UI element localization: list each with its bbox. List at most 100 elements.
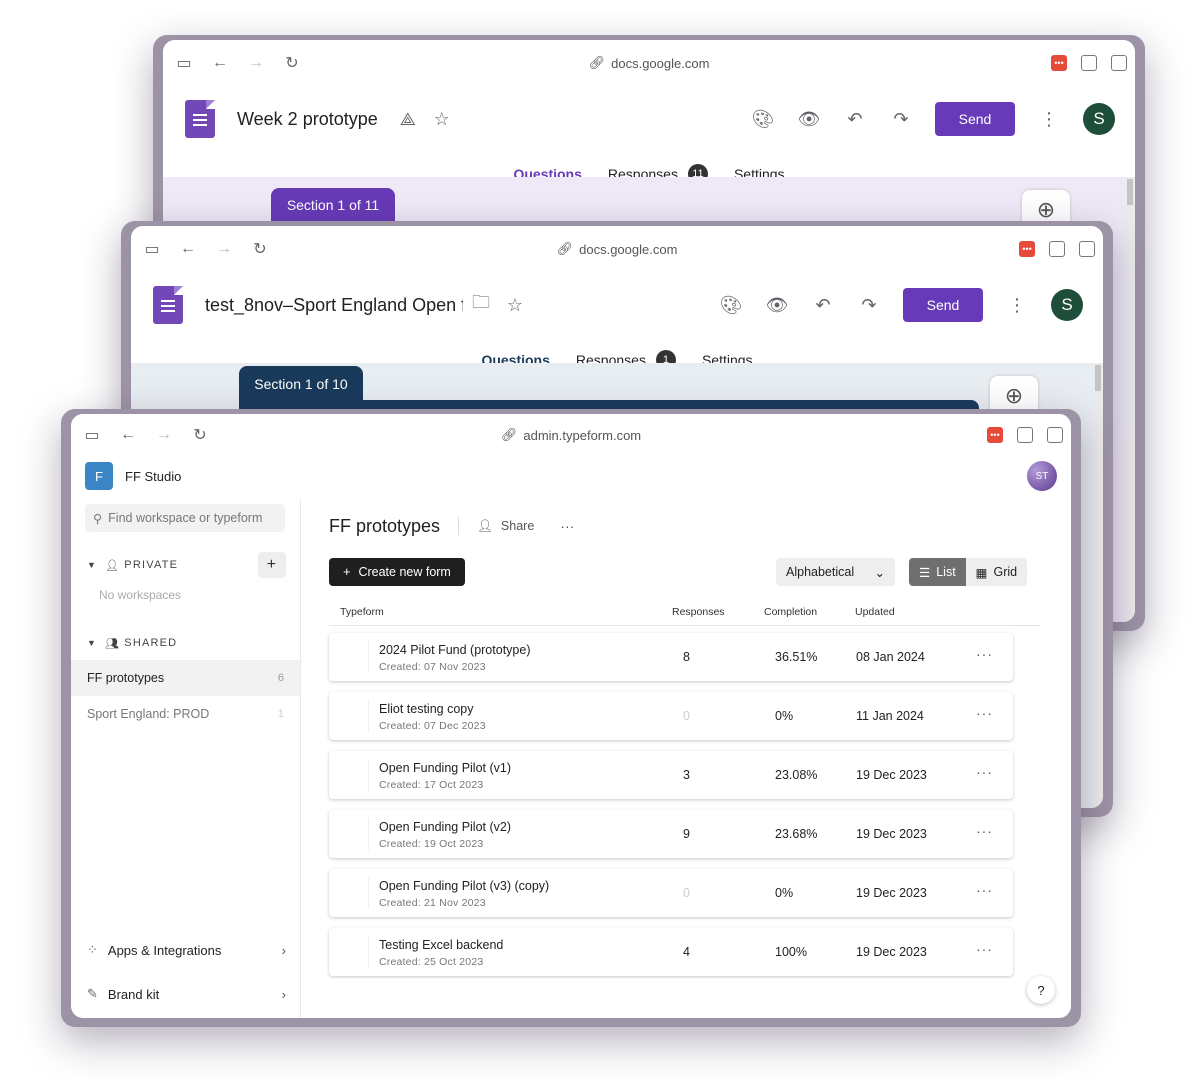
- brand-kit-link[interactable]: ✎ Brand kit ›: [71, 974, 300, 1014]
- address-bar[interactable]: 🔗︎ docs.google.com: [557, 241, 678, 257]
- form-completion: 23.68%: [775, 827, 818, 841]
- reader-icon[interactable]: [1049, 241, 1065, 257]
- no-workspaces-text: No workspaces: [99, 588, 182, 602]
- row-more-icon[interactable]: ···: [976, 646, 993, 662]
- row-more-icon[interactable]: ···: [976, 882, 993, 898]
- apps-label: Apps & Integrations: [107, 942, 222, 958]
- col-responses[interactable]: Responses: [672, 606, 725, 618]
- split-view-icon[interactable]: [1047, 427, 1063, 443]
- col-updated[interactable]: Updated: [855, 606, 895, 618]
- undo-icon[interactable]: ↶: [843, 107, 867, 131]
- sidebar-toggle-icon[interactable]: ▭: [141, 238, 163, 260]
- more-vert-icon[interactable]: ⋮: [1005, 293, 1029, 317]
- create-new-form-button[interactable]: + Create new form: [329, 558, 465, 586]
- reload-icon[interactable]: ↻: [249, 238, 271, 260]
- reader-icon[interactable]: [1081, 55, 1097, 71]
- form-updated: 19 Dec 2023: [856, 827, 927, 841]
- extension-icon[interactable]: •••: [1019, 241, 1035, 257]
- sidebar-toggle-icon[interactable]: ▭: [81, 424, 103, 446]
- reader-icon[interactable]: [1017, 427, 1033, 443]
- table-row[interactable]: Open Funding Pilot (v1) Created: 17 Oct 2…: [329, 751, 1013, 799]
- table-row[interactable]: Open Funding Pilot (v2) Created: 19 Oct 2…: [329, 810, 1013, 858]
- send-button[interactable]: Send: [935, 102, 1015, 136]
- form-name: Testing Excel backend: [379, 938, 504, 952]
- google-forms-logo-icon[interactable]: [153, 286, 183, 324]
- chevron-right-icon: ›: [281, 986, 286, 1002]
- form-thumbnail: [339, 818, 369, 850]
- forward-icon[interactable]: →: [213, 238, 235, 260]
- back-icon[interactable]: ←: [209, 52, 231, 74]
- private-section-header[interactable]: ▼ 👤︎ PRIVATE +: [71, 552, 300, 578]
- star-icon[interactable]: ☆: [503, 293, 527, 317]
- apps-integrations-link[interactable]: ⁘ Apps & Integrations ›: [71, 930, 300, 970]
- palette-icon[interactable]: 🎨︎: [751, 107, 775, 131]
- workspace-name: FF prototypes: [87, 671, 165, 685]
- table-row[interactable]: Eliot testing copy Created: 07 Dec 2023 0 0…: [329, 692, 1013, 740]
- share-button[interactable]: 👤︎ Share: [477, 519, 534, 534]
- send-button[interactable]: Send: [903, 288, 983, 322]
- org-name[interactable]: FF Studio: [125, 469, 181, 484]
- redo-icon[interactable]: ↷: [857, 293, 881, 317]
- more-vert-icon[interactable]: ⋮: [1037, 107, 1061, 131]
- row-more-icon[interactable]: ···: [976, 941, 993, 957]
- row-more-icon[interactable]: ···: [976, 705, 993, 721]
- avatar[interactable]: S: [1083, 103, 1115, 135]
- move-to-drive-icon[interactable]: ⟁: [396, 107, 420, 131]
- form-completion: 23.08%: [775, 768, 818, 782]
- sidebar-item-ff-prototypes[interactable]: FF prototypes 6: [71, 660, 300, 696]
- add-person-icon: 👤︎: [477, 518, 493, 533]
- sidebar-toggle-icon[interactable]: ▭: [173, 52, 195, 74]
- shared-section-header[interactable]: ▼ 👥︎ SHARED: [71, 630, 300, 656]
- url-text: admin.typeform.com: [523, 427, 642, 443]
- list-view-button[interactable]: ☰ List: [909, 558, 966, 586]
- private-label: PRIVATE: [124, 559, 179, 571]
- preview-eye-icon[interactable]: 👁︎: [797, 107, 821, 131]
- reload-icon[interactable]: ↻: [281, 52, 303, 74]
- address-bar[interactable]: 🔗︎ docs.google.com: [589, 55, 710, 71]
- form-title[interactable]: test_8nov–Sport England Open fu: [205, 295, 463, 316]
- google-forms-logo-icon[interactable]: [185, 100, 215, 138]
- redo-icon[interactable]: ↷: [889, 107, 913, 131]
- org-logo[interactable]: F: [85, 462, 113, 490]
- row-more-icon[interactable]: ···: [976, 764, 993, 780]
- col-typeform[interactable]: Typeform: [340, 606, 384, 618]
- user-avatar[interactable]: ST: [1027, 461, 1057, 491]
- form-name: 2024 Pilot Fund (prototype): [379, 643, 531, 657]
- forward-icon[interactable]: →: [245, 52, 267, 74]
- grid-view-button[interactable]: ▦ Grid: [966, 558, 1027, 586]
- palette-icon[interactable]: 🎨︎: [719, 293, 743, 317]
- address-bar[interactable]: 🔗︎ admin.typeform.com: [501, 427, 641, 443]
- sort-label: Alphabetical: [786, 565, 855, 579]
- undo-icon[interactable]: ↶: [811, 293, 835, 317]
- scrollbar[interactable]: [1093, 363, 1103, 808]
- list-label: List: [936, 565, 956, 579]
- avatar[interactable]: S: [1051, 289, 1083, 321]
- add-workspace-button[interactable]: +: [258, 552, 286, 578]
- collapse-caret-icon: ▼: [87, 638, 98, 648]
- folder-icon[interactable]: 🗀︎: [469, 292, 493, 317]
- col-completion[interactable]: Completion: [764, 606, 817, 618]
- help-button[interactable]: ?: [1027, 976, 1055, 1004]
- preview-eye-icon[interactable]: 👁︎: [765, 293, 789, 317]
- split-view-icon[interactable]: [1111, 55, 1127, 71]
- back-icon[interactable]: ←: [177, 238, 199, 260]
- form-created: Created: 07 Dec 2023: [379, 720, 486, 732]
- row-more-icon[interactable]: ···: [976, 823, 993, 839]
- extension-icon[interactable]: •••: [987, 427, 1003, 443]
- back-icon[interactable]: ←: [117, 424, 139, 446]
- workspace-search-input[interactable]: ⚲ Find workspace or typeform: [85, 504, 285, 532]
- forward-icon[interactable]: →: [153, 424, 175, 446]
- sort-dropdown[interactable]: Alphabetical ⌄: [776, 558, 895, 586]
- section-label: Section 1 of 11: [271, 188, 395, 222]
- split-view-icon[interactable]: [1079, 241, 1095, 257]
- more-options-icon[interactable]: ···: [560, 518, 574, 534]
- form-title[interactable]: Week 2 prototype: [237, 109, 378, 130]
- table-row[interactable]: 2024 Pilot Fund (prototype) Created: 07 N…: [329, 633, 1013, 681]
- sidebar-item-sport-england[interactable]: Sport England: PROD 1: [71, 696, 300, 732]
- extension-icon[interactable]: •••: [1051, 55, 1067, 71]
- reload-icon[interactable]: ↻: [189, 424, 211, 446]
- table-row[interactable]: Testing Excel backend Created: 25 Oct 202…: [329, 928, 1013, 976]
- star-icon[interactable]: ☆: [430, 107, 454, 131]
- table-row[interactable]: Open Funding Pilot (v3) (copy) Created: 2…: [329, 869, 1013, 917]
- scrollbar[interactable]: [1125, 177, 1135, 622]
